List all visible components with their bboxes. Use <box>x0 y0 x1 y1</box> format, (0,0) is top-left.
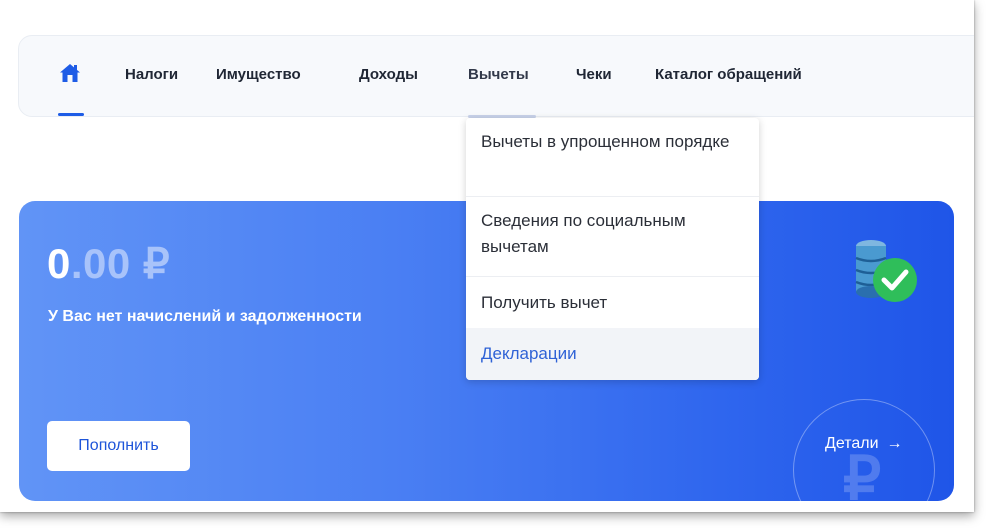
nav-item-deductions[interactable]: Вычеты <box>468 66 529 84</box>
nav-item-receipts[interactable]: Чеки <box>576 66 612 84</box>
details-label: Детали <box>825 435 879 452</box>
coins-check-icon <box>849 236 924 306</box>
balance-amount-integer: 0 <box>47 240 71 287</box>
topup-button[interactable]: Пополнить <box>47 421 190 471</box>
balance-amount-fraction: .00 ₽ <box>70 240 171 287</box>
top-navigation: Налоги Имущество Доходы Вычеты Чеки Ката… <box>18 35 974 118</box>
browser-frame: Налоги Имущество Доходы Вычеты Чеки Ката… <box>0 0 974 512</box>
menu-divider <box>466 276 759 277</box>
arrow-right-icon: → <box>886 435 903 452</box>
deductions-dropdown-menu: Вычеты в упрощенном порядке Сведения по … <box>466 118 759 380</box>
menu-divider <box>466 196 759 197</box>
menu-item-declarations[interactable]: Декларации <box>466 328 759 380</box>
balance-status-text: У Вас нет начислений и задолженности <box>48 308 362 325</box>
menu-item-get-deduction[interactable]: Получить вычет <box>466 290 759 326</box>
home-icon[interactable] <box>59 62 81 84</box>
ruble-watermark-icon: ₽ <box>843 445 882 502</box>
nav-item-property[interactable]: Имущество <box>216 66 301 84</box>
details-link[interactable]: Детали → <box>825 434 903 454</box>
nav-item-income[interactable]: Доходы <box>359 66 418 84</box>
menu-item-social-deductions-info[interactable]: Сведения по социальным вычетам <box>466 208 759 276</box>
nav-item-taxes[interactable]: Налоги <box>125 66 178 84</box>
menu-item-simplified-deductions[interactable]: Вычеты в упрощенном порядке <box>466 129 759 197</box>
balance-amount: 0.00 ₽ <box>47 241 170 287</box>
nav-item-appeals-catalog[interactable]: Каталог обращений <box>655 66 802 84</box>
home-active-indicator <box>58 113 84 116</box>
